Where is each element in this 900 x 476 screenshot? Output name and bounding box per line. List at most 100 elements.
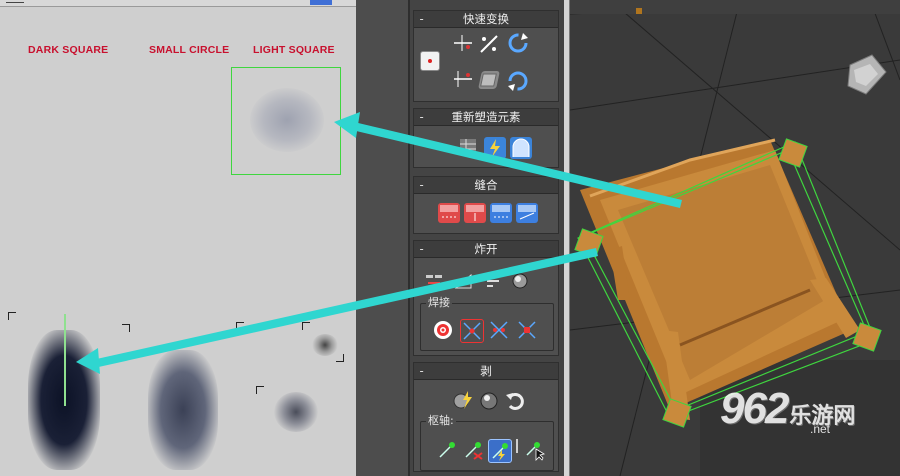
rollout-title: 炸开	[474, 242, 498, 256]
uv-blob-small-circle[interactable]	[274, 392, 318, 432]
rotate-cw-button[interactable]	[506, 31, 528, 53]
weld-threshold-button[interactable]	[516, 319, 538, 341]
peel-sphere-icon	[480, 392, 498, 410]
viewport-header-strip	[570, 0, 900, 14]
unpin-icon	[465, 442, 483, 460]
uv-editor-toolbar-strip	[0, 0, 356, 7]
watermark-number: 962	[720, 384, 789, 433]
toolbar-tick	[6, 2, 24, 3]
bars-icon	[487, 275, 499, 287]
align-diagonal-icon	[480, 35, 498, 53]
detach-button[interactable]	[454, 271, 472, 289]
quick-peel-button[interactable]	[452, 389, 474, 411]
weld-cross-icon	[463, 322, 481, 340]
bracket-corner	[8, 312, 16, 320]
rollout-explode: - 炸开 焊接	[413, 240, 559, 356]
rollout-title: 剥	[480, 364, 492, 378]
label-small-circle: SMALL CIRCLE	[149, 44, 230, 56]
red-dot-icon	[428, 59, 432, 63]
uv-editor-canvas[interactable]: DARK SQUARE SMALL CIRCLE LIGHT SQUARE	[0, 0, 356, 476]
uv-blob-tiny[interactable]	[312, 334, 338, 356]
flatten-button[interactable]	[478, 71, 500, 89]
rollout-header[interactable]: - 剥	[414, 363, 558, 380]
bracket-corner	[256, 386, 264, 394]
weld-all-button[interactable]	[510, 271, 528, 289]
stitch-icon	[440, 205, 458, 218]
panel-gap	[356, 0, 410, 476]
view-cube-icon[interactable]	[847, 54, 887, 95]
rollout-header[interactable]: - 炸开	[414, 241, 558, 258]
stitch-custom-button[interactable]	[516, 203, 538, 223]
rollout-title: 缝合	[474, 178, 498, 192]
label-dark-square: DARK SQUARE	[28, 44, 109, 56]
target-icon	[434, 321, 452, 339]
pin-icon	[439, 442, 455, 458]
triangle-icon	[454, 273, 472, 289]
stitch-average-button[interactable]	[490, 203, 512, 223]
pivot-group-label: 枢轴:	[426, 414, 456, 427]
weld-edge-button[interactable]	[488, 319, 510, 341]
sphere-icon	[512, 273, 528, 289]
rollout-quick-transform: - 快速变换	[413, 10, 559, 102]
bracket-corner	[302, 322, 310, 330]
relax-button[interactable]	[484, 137, 506, 159]
weld-threshold-icon	[518, 321, 536, 339]
weld-edge-icon	[490, 321, 508, 339]
align-diagonal-button[interactable]	[478, 33, 498, 53]
grid-icon	[460, 139, 476, 155]
arch-button[interactable]	[510, 137, 532, 159]
auto-pin-icon	[492, 443, 508, 461]
stitch-source-button[interactable]	[464, 203, 486, 223]
rollout-header[interactable]: - 快速变换	[414, 11, 558, 28]
auto-pin-button-active[interactable]	[488, 439, 512, 463]
break-icon	[426, 275, 442, 284]
weld-target-button[interactable]	[432, 319, 454, 341]
stitch-source-icon	[466, 205, 484, 221]
toolbar-active-tab[interactable]	[310, 0, 332, 5]
align-vertical-button[interactable]	[452, 69, 472, 87]
freeform-button[interactable]	[420, 51, 440, 71]
reset-peel-button[interactable]	[504, 389, 526, 411]
bracket-corner	[336, 354, 344, 362]
stitch-custom-icon	[518, 205, 536, 220]
align-vertical-icon	[454, 71, 472, 87]
undo-icon	[506, 393, 524, 410]
viewport-marker	[636, 8, 642, 14]
stitch-average-icon	[492, 205, 510, 218]
uv-blob-dark-middle[interactable]	[148, 350, 218, 470]
align-horizontal-button[interactable]	[452, 33, 472, 51]
rollout-reshape-elements: - 重新塑造元素	[413, 108, 559, 168]
stitch-target-button[interactable]	[438, 203, 460, 223]
rollout-stitch: - 缝合	[413, 176, 559, 234]
rotate-ccw-icon	[508, 71, 528, 91]
pin-button[interactable]	[436, 439, 458, 461]
watermark-domain: .net	[810, 422, 831, 436]
break-button[interactable]	[424, 271, 442, 289]
flatten-by-button[interactable]	[484, 271, 502, 289]
uv-pivot-line[interactable]	[64, 314, 66, 406]
bracket-corner	[236, 322, 244, 330]
align-horizontal-icon	[454, 35, 472, 51]
rollout-header[interactable]: - 缝合	[414, 177, 558, 194]
rollout-title: 重新塑造元素	[451, 110, 521, 124]
lightning-icon	[490, 139, 500, 157]
weld-selected-button[interactable]	[460, 319, 484, 343]
rotate-ccw-button[interactable]	[506, 69, 528, 91]
site-watermark-logo: 962乐游网 .net	[720, 384, 855, 436]
label-light-square: LIGHT SQUARE	[253, 44, 335, 56]
unpin-button[interactable]	[462, 439, 484, 461]
select-pinned-button[interactable]	[524, 439, 546, 461]
peel-sphere-button[interactable]	[478, 389, 500, 411]
rollout-peel: - 剥 枢轴:	[413, 362, 559, 472]
weld-group-label: 焊接	[426, 296, 452, 309]
peel-lightning-icon	[453, 391, 472, 409]
separator	[516, 439, 518, 453]
bracket-corner	[122, 324, 130, 332]
cube-icon	[480, 73, 497, 87]
arch-icon	[512, 138, 530, 157]
straighten-button[interactable]	[458, 137, 478, 157]
edit-poly-panel: - 快速变换 - 重新塑造元素 - 缝合 - 炸开 焊接 - 剥 枢轴:	[410, 0, 564, 476]
uv-blob-light	[250, 88, 324, 152]
rotate-icon	[508, 33, 528, 53]
rollout-header[interactable]: - 重新塑造元素	[414, 109, 558, 126]
